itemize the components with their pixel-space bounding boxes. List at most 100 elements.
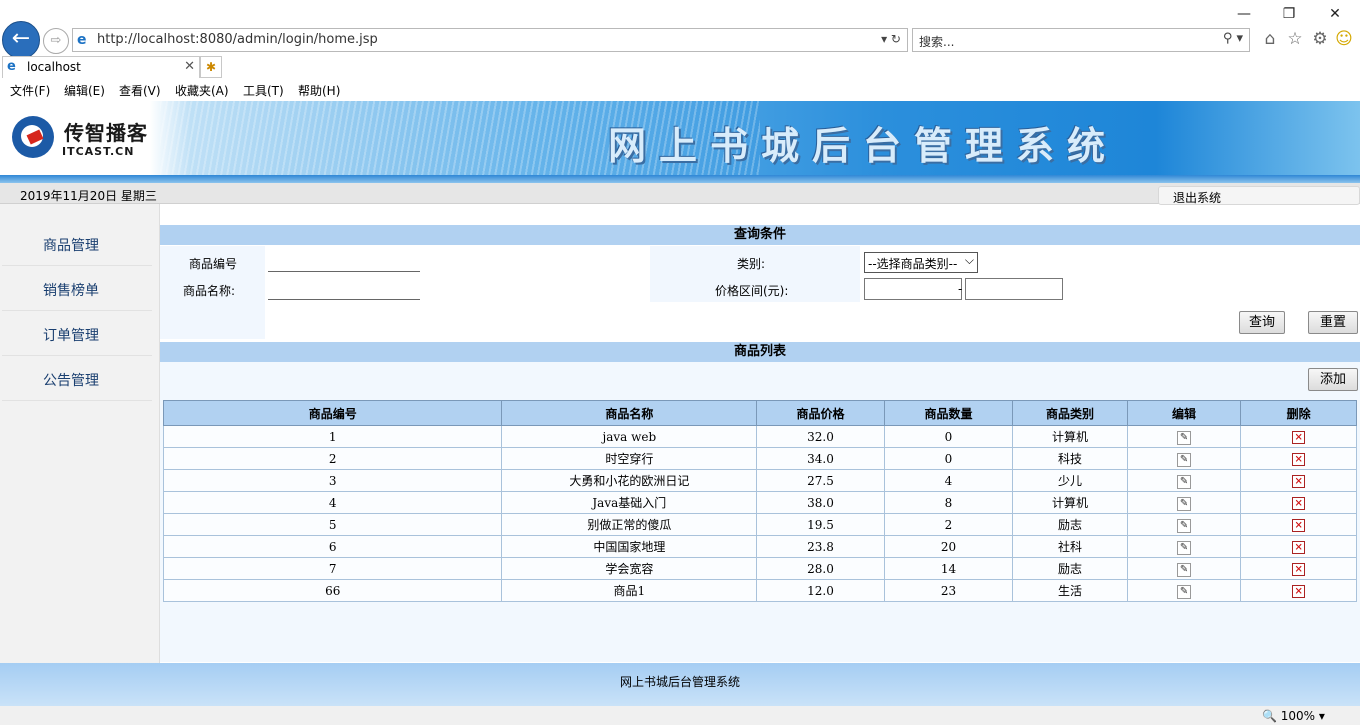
table-header-row: 商品编号 商品名称 商品价格 商品数量 商品类别 编辑 删除 [162, 400, 1357, 426]
menu-file[interactable]: 文件(F) [10, 82, 50, 99]
product-id-input[interactable] [268, 253, 420, 272]
sidebar-item-label: 商品管理 [43, 238, 99, 254]
edit-icon[interactable]: ✎ [1177, 584, 1192, 599]
delete-icon[interactable]: × [1292, 475, 1306, 488]
cell-name: java web [501, 425, 758, 448]
edit-icon[interactable]: ✎ [1177, 452, 1192, 467]
minimize-icon[interactable]: — [1229, 4, 1259, 24]
cell-id: 5 [162, 513, 503, 536]
query-section-title: 查询条件 [160, 225, 1360, 245]
refresh-icon[interactable]: ▾ ↻ [881, 32, 901, 46]
header-divider [0, 175, 1360, 183]
address-url: http://localhost:8080/admin/login/home.j… [97, 32, 378, 47]
edit-icon[interactable]: ✎ [1177, 496, 1192, 511]
browser-status-bar: 🔍 100% ▾ [0, 706, 1360, 725]
cell-edit: ✎ [1126, 425, 1242, 448]
table-row: 5 别做正常的傻瓜 19.5 2 励志 ✎ × [162, 513, 1357, 536]
list-section-title: 商品列表 [160, 342, 1360, 362]
menu-favorites[interactable]: 收藏夹(A) [175, 82, 229, 99]
page-banner: 传智播客 ITCAST.CN 网上书城后台管理系统 [0, 101, 1360, 177]
page-footer: 网上书城后台管理系统 [0, 663, 1360, 706]
back-arrow-icon[interactable]: ← [2, 21, 40, 59]
query-form: 商品编号 商品名称: 类别: --选择商品类别-- ⌵ 价格区间(元): - 查… [160, 246, 1360, 339]
cell-category: 励志 [1012, 557, 1128, 580]
sidebar-item-notices[interactable]: 公告管理 [2, 356, 152, 401]
cell-delete: × [1240, 469, 1357, 492]
cell-price: 23.8 [756, 535, 885, 558]
delete-icon[interactable]: × [1292, 431, 1306, 444]
table-row: 2 时空穿行 34.0 0 科技 ✎ × [162, 447, 1357, 470]
cell-id: 4 [162, 491, 503, 514]
menu-bar: 文件(F) 编辑(E) 查看(V) 收藏夹(A) 工具(T) 帮助(H) [0, 80, 1360, 101]
cell-id: 7 [162, 557, 503, 580]
browser-search-box[interactable]: 搜索... ⚲ ▾ [912, 28, 1250, 52]
close-tab-icon[interactable]: ✕ [184, 59, 195, 74]
cell-delete: × [1240, 557, 1357, 580]
delete-icon[interactable]: × [1292, 585, 1306, 598]
home-icon[interactable]: ⌂ [1259, 28, 1281, 50]
cell-price: 27.5 [756, 469, 885, 492]
menu-edit[interactable]: 编辑(E) [64, 82, 105, 99]
sidebar-item-label: 订单管理 [43, 328, 99, 344]
query-button[interactable]: 查询 [1239, 311, 1285, 334]
menu-view[interactable]: 查看(V) [119, 82, 161, 99]
new-tab-icon[interactable]: ✱ [200, 56, 222, 78]
max-price-input[interactable] [965, 278, 1063, 300]
column-header-category: 商品类别 [1012, 400, 1128, 426]
logout-button[interactable]: 退出系统 [1158, 186, 1360, 205]
cell-id: 3 [162, 469, 503, 492]
zoom-level[interactable]: 🔍 100% ▾ [1262, 709, 1325, 723]
gear-icon[interactable]: ⚙ [1309, 28, 1331, 50]
delete-icon[interactable]: × [1292, 497, 1306, 510]
sidebar-item-label: 公告管理 [43, 373, 99, 389]
edit-icon[interactable]: ✎ [1177, 430, 1192, 445]
smiley-icon[interactable]: ☺ [1333, 28, 1355, 50]
delete-icon[interactable]: × [1292, 519, 1306, 532]
sidebar-item-sales-ranking[interactable]: 销售榜单 [2, 266, 152, 311]
category-select[interactable]: --选择商品类别-- ⌵ [864, 252, 978, 273]
sidebar-item-orders[interactable]: 订单管理 [2, 311, 152, 356]
add-product-button[interactable]: 添加 [1308, 368, 1358, 391]
edit-icon[interactable]: ✎ [1177, 540, 1192, 555]
cell-delete: × [1240, 513, 1357, 536]
cell-name: 别做正常的傻瓜 [501, 513, 758, 536]
cell-quantity: 14 [883, 557, 1014, 580]
product-id-label: 商品编号 [189, 257, 238, 271]
reset-button[interactable]: 重置 [1308, 311, 1358, 334]
browser-tab[interactable]: e localhost ✕ [2, 56, 200, 78]
product-table: 商品编号 商品名称 商品价格 商品数量 商品类别 编辑 删除 1 java we… [162, 400, 1357, 602]
product-name-label: 商品名称: [183, 284, 236, 298]
edit-icon[interactable]: ✎ [1177, 518, 1192, 533]
ie-page-icon: e [77, 32, 87, 48]
cell-name: Java基础入门 [501, 491, 758, 514]
zoom-value: 100% [1280, 709, 1316, 723]
delete-icon[interactable]: × [1292, 541, 1306, 554]
delete-icon[interactable]: × [1292, 563, 1306, 576]
price-range-label: 价格区间(元): [715, 284, 789, 298]
forward-arrow-icon[interactable]: ⇨ [43, 28, 69, 54]
search-icon[interactable]: ⚲ ▾ [1223, 31, 1243, 46]
cell-edit: ✎ [1126, 447, 1242, 470]
footer-text: 网上书城后台管理系统 [619, 675, 740, 689]
cell-edit: ✎ [1126, 557, 1242, 580]
favorites-star-icon[interactable]: ☆ [1284, 28, 1306, 50]
menu-tools[interactable]: 工具(T) [243, 82, 284, 99]
current-date: 2019年11月20日 星期三 [20, 189, 157, 203]
table-row: 66 商品1 12.0 23 生活 ✎ × [162, 579, 1357, 602]
product-name-input[interactable] [268, 281, 420, 300]
logout-label: 退出系统 [1173, 191, 1222, 205]
table-row: 4 Java基础入门 38.0 8 计算机 ✎ × [162, 491, 1357, 514]
address-bar[interactable]: e http://localhost:8080/admin/login/home… [72, 28, 908, 52]
sidebar-item-products[interactable]: 商品管理 [2, 221, 152, 266]
restore-icon[interactable]: ❐ [1274, 4, 1304, 24]
price-range-dash: - [958, 282, 963, 296]
edit-icon[interactable]: ✎ [1177, 474, 1192, 489]
delete-icon[interactable]: × [1292, 453, 1306, 466]
cell-quantity: 23 [883, 579, 1014, 602]
edit-icon[interactable]: ✎ [1177, 562, 1192, 577]
close-window-icon[interactable]: ✕ [1320, 4, 1350, 24]
logo-text: 传智播客 [64, 121, 148, 145]
menu-help[interactable]: 帮助(H) [298, 82, 340, 99]
min-price-input[interactable] [864, 278, 962, 300]
table-row: 1 java web 32.0 0 计算机 ✎ × [162, 425, 1357, 448]
